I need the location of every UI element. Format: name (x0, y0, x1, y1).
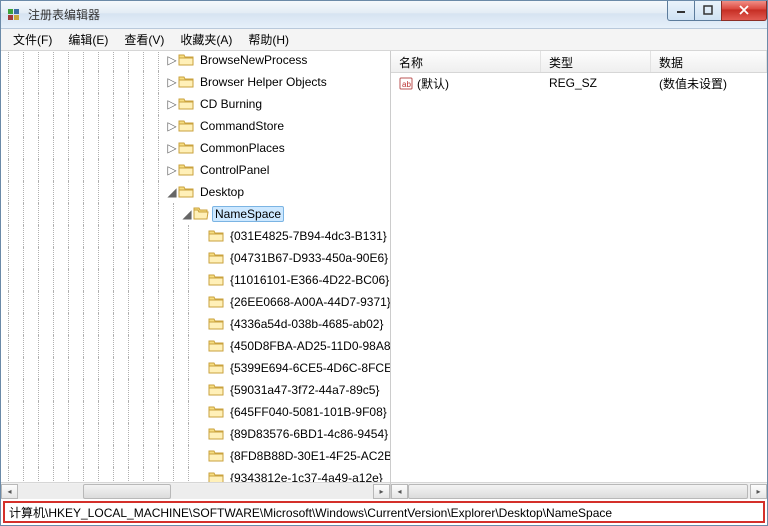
list-header-name[interactable]: 名称 (391, 51, 541, 72)
status-bar: 计算机\HKEY_LOCAL_MACHINE\SOFTWARE\Microsof… (3, 501, 765, 523)
value-data: (数值未设置) (651, 74, 767, 93)
menu-edit[interactable]: 编辑(E) (60, 29, 116, 50)
status-path: 计算机\HKEY_LOCAL_MACHINE\SOFTWARE\Microsof… (9, 504, 612, 521)
minimize-button[interactable] (667, 1, 695, 21)
tree-item-label: CommonPlaces (197, 140, 288, 156)
tree-item[interactable]: {450D8FBA-AD25-11D0-98A8} (1, 335, 390, 357)
value-type: REG_SZ (541, 75, 651, 91)
content: ▷ BrowseNewProcess ▷ Browser Helper Objects… (1, 51, 767, 499)
tree-item[interactable]: {5399E694-6CE5-4D6C-8FCE} (1, 357, 390, 379)
window: 注册表编辑器 文件(F) 编辑(E) 查看(V) 收藏夹(A) 帮助(H) ▷ B… (0, 0, 768, 526)
tree-item[interactable]: {8FD8B88D-30E1-4F25-AC2B} (1, 445, 390, 467)
tree-scroll-track[interactable] (18, 484, 373, 499)
tree-item[interactable]: {4336a54d-038b-4685-ab02} (1, 313, 390, 335)
tree-item-label: {89D83576-6BD1-4c86-9454} (227, 426, 390, 442)
window-title: 注册表编辑器 (28, 6, 668, 23)
tree-item-label: Desktop (197, 184, 247, 200)
tree-item-label: BrowseNewProcess (197, 52, 310, 68)
list-pane: 名称 类型 数据 ab(默认)REG_SZ(数值未设置) ◂ ▸ (391, 51, 767, 499)
twisty-icon[interactable]: ▷ (166, 163, 178, 177)
twisty-icon[interactable]: ▷ (166, 53, 178, 67)
tree-item[interactable]: ▷ CD Burning (1, 93, 390, 115)
tree-body[interactable]: ▷ BrowseNewProcess ▷ Browser Helper Objects… (1, 51, 390, 482)
tree-item-label: {450D8FBA-AD25-11D0-98A8} (227, 338, 390, 354)
scroll-right-icon[interactable]: ▸ (750, 484, 767, 499)
list-header-data[interactable]: 数据 (651, 51, 767, 72)
tree-item-label: {59031a47-3f72-44a7-89c5} (227, 382, 382, 398)
tree-item-label: NameSpace (212, 206, 284, 222)
scroll-left-icon[interactable]: ◂ (1, 484, 18, 499)
list-scroll-thumb[interactable] (408, 484, 748, 499)
tree-item[interactable]: {9343812e-1c37-4a49-a12e} (1, 467, 390, 482)
app-icon (7, 7, 23, 23)
tree-item[interactable]: ▷ ControlPanel (1, 159, 390, 181)
twisty-icon[interactable]: ◢ (166, 185, 178, 199)
tree-item[interactable]: {89D83576-6BD1-4c86-9454} (1, 423, 390, 445)
twisty-icon[interactable]: ▷ (166, 97, 178, 111)
list-row[interactable]: ab(默认)REG_SZ(数值未设置) (391, 73, 767, 93)
tree-hscroll[interactable]: ◂ ▸ (1, 482, 390, 499)
titlebar[interactable]: 注册表编辑器 (1, 1, 767, 29)
tree-item-label: {031E4825-7B94-4dc3-B131} (227, 228, 390, 244)
tree-item[interactable]: ▷ CommandStore (1, 115, 390, 137)
tree-item[interactable]: ▷ CommonPlaces (1, 137, 390, 159)
tree-item-label: {04731B67-D933-450a-90E6} (227, 250, 390, 266)
tree-item[interactable]: ◢ NameSpace (1, 203, 390, 225)
tree-item[interactable]: {645FF040-5081-101B-9F08} (1, 401, 390, 423)
scroll-left-icon[interactable]: ◂ (391, 484, 408, 499)
tree-item[interactable]: ◢ Desktop (1, 181, 390, 203)
twisty-icon[interactable]: ◢ (181, 207, 193, 221)
list-header-type[interactable]: 类型 (541, 51, 651, 72)
tree-item-label: CD Burning (197, 96, 265, 112)
tree-pane: ▷ BrowseNewProcess ▷ Browser Helper Objects… (1, 51, 391, 499)
menu-view[interactable]: 查看(V) (116, 29, 172, 50)
tree-item-label: CommandStore (197, 118, 287, 134)
scroll-right-icon[interactable]: ▸ (373, 484, 390, 499)
tree-item-label: {8FD8B88D-30E1-4F25-AC2B} (227, 448, 390, 464)
tree-item-label: {11016101-E366-4D22-BC06} (227, 272, 390, 288)
menu-favorites[interactable]: 收藏夹(A) (172, 29, 240, 50)
menu-help[interactable]: 帮助(H) (240, 29, 297, 50)
tree-item-label: {9343812e-1c37-4a49-a12e} (227, 470, 386, 482)
tree-item-label: {645FF040-5081-101B-9F08} (227, 404, 390, 420)
list-scroll-track[interactable] (408, 484, 750, 499)
tree-item-label: Browser Helper Objects (197, 74, 330, 90)
tree-item-label: {26EE0668-A00A-44D7-9371} (227, 294, 390, 310)
svg-text:ab: ab (402, 80, 411, 89)
tree-item[interactable]: {59031a47-3f72-44a7-89c5} (1, 379, 390, 401)
tree-item[interactable]: {26EE0668-A00A-44D7-9371} (1, 291, 390, 313)
twisty-icon[interactable]: ▷ (166, 75, 178, 89)
window-controls (668, 1, 767, 21)
list-body[interactable]: ab(默认)REG_SZ(数值未设置) (391, 73, 767, 482)
close-button[interactable] (721, 1, 767, 21)
tree-item-label: {4336a54d-038b-4685-ab02} (227, 316, 386, 332)
list-hscroll[interactable]: ◂ ▸ (391, 482, 767, 499)
tree-item-label: {5399E694-6CE5-4D6C-8FCE} (227, 360, 390, 376)
menu-file[interactable]: 文件(F) (5, 29, 60, 50)
twisty-icon[interactable]: ▷ (166, 119, 178, 133)
maximize-button[interactable] (694, 1, 722, 21)
tree-item-label: ControlPanel (197, 162, 272, 178)
tree-item[interactable]: ▷ Browser Helper Objects (1, 71, 390, 93)
value-name: ab(默认) (391, 74, 541, 93)
twisty-icon[interactable]: ▷ (166, 141, 178, 155)
tree-scroll-thumb[interactable] (83, 484, 171, 499)
tree-item[interactable]: ▷ BrowseNewProcess (1, 51, 390, 71)
tree-item[interactable]: {11016101-E366-4D22-BC06} (1, 269, 390, 291)
list-header: 名称 类型 数据 (391, 51, 767, 73)
menubar: 文件(F) 编辑(E) 查看(V) 收藏夹(A) 帮助(H) (1, 29, 767, 51)
tree-item[interactable]: {04731B67-D933-450a-90E6} (1, 247, 390, 269)
tree-item[interactable]: {031E4825-7B94-4dc3-B131} (1, 225, 390, 247)
